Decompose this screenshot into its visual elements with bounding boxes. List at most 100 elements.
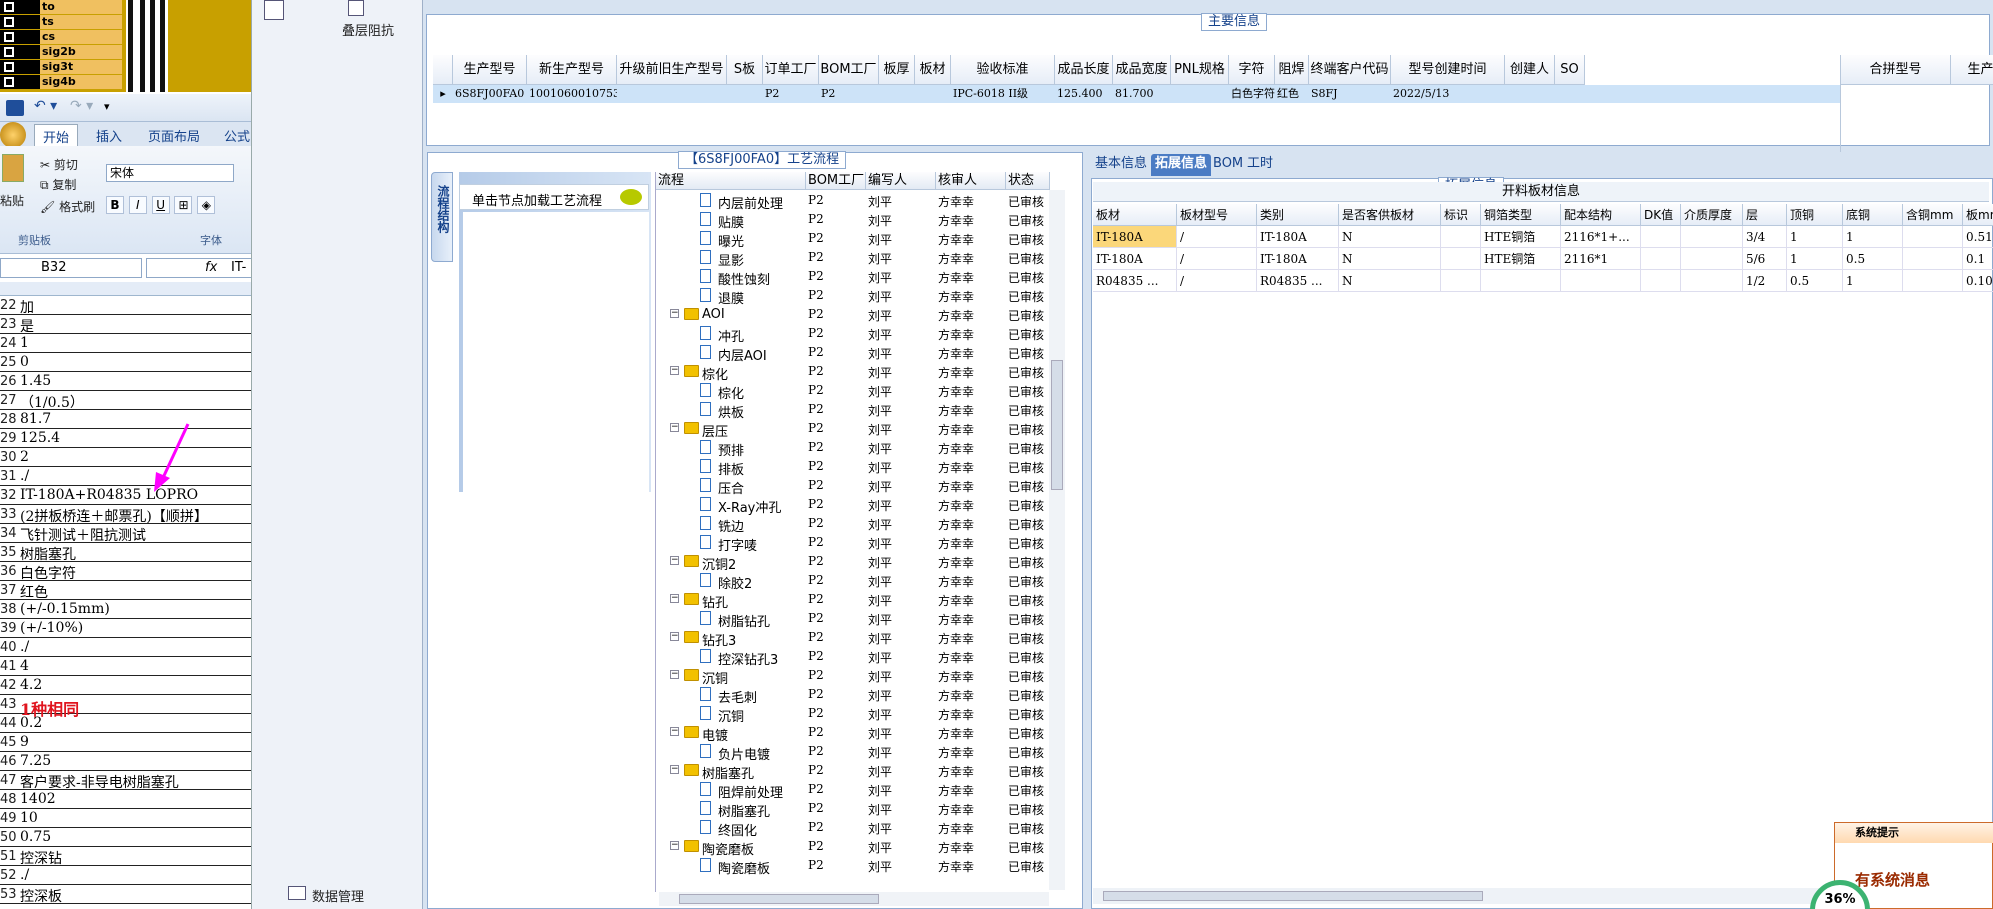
tab-home[interactable]: 开始 bbox=[34, 124, 79, 146]
material-cell[interactable]: 0.102 bbox=[1963, 270, 1993, 292]
tree-row[interactable]: − 棕化 P2 刘平 方幸幸 已审核 bbox=[656, 362, 1066, 383]
sheet-row[interactable]: 24 1 bbox=[0, 334, 251, 353]
sheet-row[interactable]: 53 控深板 bbox=[0, 885, 251, 905]
cell-value[interactable]: 10 bbox=[20, 810, 38, 826]
sheet-row[interactable]: 22 加 bbox=[0, 296, 251, 316]
tree-row[interactable]: − 层压 P2 刘平 方幸幸 已审核 bbox=[656, 419, 1066, 440]
tab-page-layout[interactable]: 页面布局 bbox=[148, 126, 200, 145]
col-10[interactable]: 成品宽度 bbox=[1113, 55, 1171, 85]
cell[interactable]: 81.700 bbox=[1113, 85, 1171, 103]
material-cell[interactable] bbox=[1641, 226, 1681, 248]
customize-icon[interactable]: ▾ bbox=[104, 100, 110, 113]
material-col-10[interactable]: 顶铜 bbox=[1787, 204, 1843, 226]
sheet-row[interactable]: 29 125.4 bbox=[0, 429, 251, 448]
material-col-6[interactable]: 配本结构 bbox=[1561, 204, 1641, 226]
material-cell[interactable]: R04835 ... bbox=[1093, 270, 1177, 292]
material-scroll-thumb[interactable] bbox=[1103, 891, 1483, 901]
col-0[interactable]: 生产型号 bbox=[453, 55, 527, 85]
tree-row[interactable]: 终固化 P2 刘平 方幸幸 已审核 bbox=[656, 818, 1066, 839]
material-cell[interactable]: / bbox=[1177, 226, 1257, 248]
tree-row[interactable]: − 树脂塞孔 P2 刘平 方幸幸 已审核 bbox=[656, 761, 1066, 782]
material-cell[interactable]: IT-180A bbox=[1093, 226, 1177, 248]
checkbox-icon[interactable] bbox=[4, 62, 14, 72]
material-cell[interactable] bbox=[1681, 226, 1743, 248]
expand-toggle-icon[interactable]: − bbox=[670, 765, 679, 774]
material-cell[interactable]: 0.51 bbox=[1963, 226, 1993, 248]
cell-value[interactable]: 81.7 bbox=[20, 411, 51, 427]
material-col-2[interactable]: 类别 bbox=[1257, 204, 1339, 226]
sheet-row[interactable]: 37 红色 bbox=[0, 581, 251, 601]
cell[interactable]: 10010600107533 bbox=[527, 85, 617, 103]
tree-row[interactable]: 贴膜 P2 刘平 方幸幸 已审核 bbox=[656, 210, 1066, 231]
col-11[interactable]: PNL规格 bbox=[1171, 55, 1229, 85]
office-button-icon[interactable] bbox=[0, 122, 26, 148]
sheet-row[interactable]: 33 (2拼板桥连＋邮票孔)【顺拼】 bbox=[0, 505, 251, 526]
expand-toggle-icon[interactable]: − bbox=[670, 841, 679, 850]
tree-row[interactable]: 负片电镀 P2 刘平 方幸幸 已审核 bbox=[656, 742, 1066, 763]
material-cell[interactable] bbox=[1681, 270, 1743, 292]
material-cell[interactable] bbox=[1903, 248, 1963, 270]
tree-row[interactable]: 铣边 P2 刘平 方幸幸 已审核 bbox=[656, 514, 1066, 535]
sheet-row[interactable]: 46 7.25 bbox=[0, 752, 251, 771]
cell-value[interactable]: 0.75 bbox=[20, 829, 51, 845]
material-col-1[interactable]: 板材型号 bbox=[1177, 204, 1257, 226]
material-cell[interactable]: 3/4 bbox=[1743, 226, 1787, 248]
col-2[interactable]: 升级前旧生产型号 bbox=[617, 55, 727, 85]
material-cell[interactable]: N bbox=[1339, 248, 1441, 270]
signal-row[interactable]: cs bbox=[0, 30, 122, 44]
material-cell[interactable]: IT-180A bbox=[1257, 248, 1339, 270]
tree-row[interactable]: 阻焊前处理 P2 刘平 方幸幸 已审核 bbox=[656, 780, 1066, 801]
material-cell[interactable]: 0.1 bbox=[1963, 248, 1993, 270]
sheet-row[interactable]: 35 树脂塞孔 bbox=[0, 543, 251, 563]
cell-value[interactable]: ./ bbox=[20, 867, 29, 883]
material-cell[interactable] bbox=[1903, 270, 1963, 292]
cell-value[interactable]: 白色字符 bbox=[20, 563, 76, 583]
material-cell[interactable]: 5/6 bbox=[1743, 248, 1787, 270]
checkbox-icon[interactable] bbox=[4, 77, 14, 87]
expand-toggle-icon[interactable]: − bbox=[670, 594, 679, 603]
sheet-row[interactable]: 34 飞针测试＋阻抗测试 bbox=[0, 524, 251, 544]
cell-value[interactable]: 4.2 bbox=[20, 677, 42, 693]
signal-row[interactable]: to bbox=[0, 0, 122, 14]
col-8[interactable]: 验收标准 bbox=[951, 55, 1055, 85]
tree-row[interactable]: − 陶瓷磨板 P2 刘平 方幸幸 已审核 bbox=[656, 837, 1066, 858]
sheet-row[interactable]: 30 2 bbox=[0, 448, 251, 467]
tree-row[interactable]: 冲孔 P2 刘平 方幸幸 已审核 bbox=[656, 324, 1066, 345]
tree-horizontal-scrollbar[interactable] bbox=[659, 892, 1049, 906]
cell-value[interactable]: 1402 bbox=[20, 791, 56, 807]
cell[interactable] bbox=[1555, 85, 1585, 103]
tree-row[interactable]: − 钻孔 P2 刘平 方幸幸 已审核 bbox=[656, 590, 1066, 611]
sheet-row[interactable]: 38 (+/-0.15mm) bbox=[0, 600, 251, 619]
material-cell[interactable]: 1 bbox=[1787, 226, 1843, 248]
cell-value[interactable]: (2拼板桥连＋邮票孔)【顺拼】 bbox=[20, 506, 208, 526]
tree-row[interactable]: − AOI P2 刘平 方幸幸 已审核 bbox=[656, 305, 1066, 324]
cell[interactable]: P2 bbox=[819, 85, 879, 103]
material-cell[interactable] bbox=[1441, 248, 1481, 270]
material-cell[interactable]: 0.5 bbox=[1843, 248, 1903, 270]
col-12[interactable]: 字符 bbox=[1229, 55, 1275, 85]
sheet-row[interactable]: 41 4 bbox=[0, 657, 251, 676]
bold-button[interactable]: B bbox=[106, 196, 124, 214]
tree-row[interactable]: − 电镀 P2 刘平 方幸幸 已审核 bbox=[656, 723, 1066, 744]
tab-formulas[interactable]: 公式 bbox=[224, 126, 250, 145]
cell[interactable]: 6S8FJ00FA0 bbox=[453, 85, 527, 103]
tree-row[interactable]: 预排 P2 刘平 方幸幸 已审核 bbox=[656, 438, 1066, 459]
sheet-row[interactable]: 31 ./ bbox=[0, 467, 251, 486]
sheet-row[interactable]: 25 0 bbox=[0, 353, 251, 372]
border-button[interactable]: ⊞ bbox=[174, 196, 193, 214]
cell[interactable]: 125.400 bbox=[1055, 85, 1113, 103]
tree-row[interactable]: 退膜 P2 刘平 方幸幸 已审核 bbox=[656, 286, 1066, 307]
material-col-4[interactable]: 标识 bbox=[1441, 204, 1481, 226]
col-9[interactable]: 成品长度 bbox=[1055, 55, 1113, 85]
cell-value[interactable]: 1.45 bbox=[20, 373, 51, 389]
cell[interactable]: S8FJ bbox=[1309, 85, 1391, 103]
cell-value[interactable]: 客户要求-非导电树脂塞孔 bbox=[20, 772, 179, 792]
load-flow-node[interactable]: 单击节点加载工艺流程 bbox=[459, 184, 649, 210]
signal-row[interactable]: sig2b bbox=[0, 45, 122, 59]
cell-value[interactable]: 0 bbox=[20, 354, 29, 370]
expand-toggle-icon[interactable]: − bbox=[670, 556, 679, 565]
tree-row[interactable]: 烘板 P2 刘平 方幸幸 已审核 bbox=[656, 400, 1066, 421]
cell-value[interactable]: 7.25 bbox=[20, 753, 51, 769]
material-cell[interactable]: N bbox=[1339, 270, 1441, 292]
material-col-13[interactable]: 板mm bbox=[1963, 204, 1993, 226]
